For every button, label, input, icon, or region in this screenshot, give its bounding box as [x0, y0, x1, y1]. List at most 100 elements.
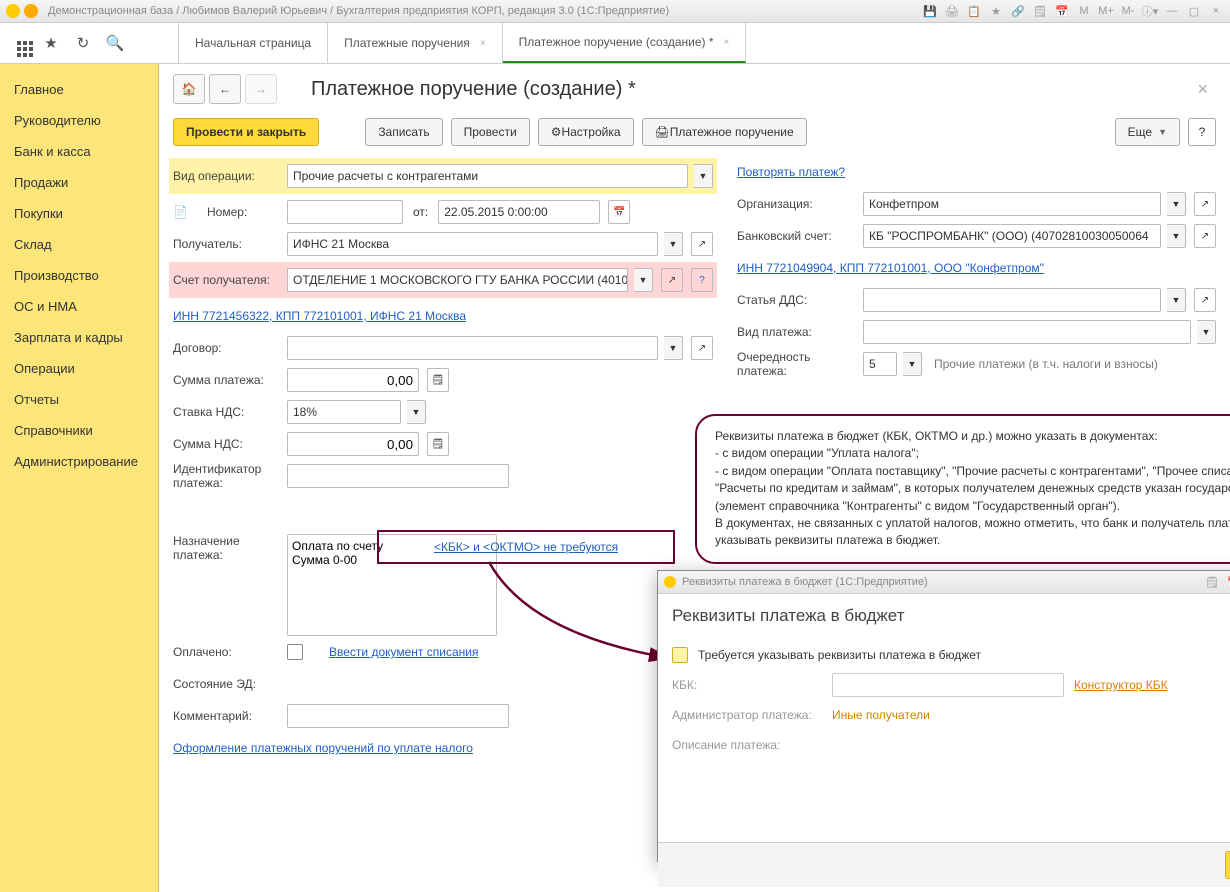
tax-orders-link[interactable]: Оформление платежных поручений по уплате…	[173, 741, 473, 755]
calendar-icon[interactable]: 📅	[1054, 4, 1070, 18]
sidebar-item-catalogs[interactable]: Справочники	[0, 415, 158, 446]
row-paid: Оплачено: Ввести документ списания	[173, 636, 713, 668]
dropdown-icon[interactable]: ▼	[1167, 224, 1186, 248]
calc-button[interactable]: 🗒	[427, 368, 449, 392]
sidebar-item-manager[interactable]: Руководителю	[0, 105, 158, 136]
recipient-acc-input[interactable]: ОТДЕЛЕНИЕ 1 МОСКОВСКОГО ГТУ БАНКА РОССИИ…	[287, 268, 628, 292]
row-recipient: Получатель: ИФНС 21 Москва ▼ ↗	[173, 228, 713, 260]
favorite-icon[interactable]: ★	[42, 34, 60, 52]
sidebar-item-warehouse[interactable]: Склад	[0, 229, 158, 260]
recipient-info-link[interactable]: ИНН 7721456322, КПП 772101001, ИФНС 21 М…	[173, 309, 466, 323]
clipboard-icon[interactable]: 📋	[966, 4, 982, 18]
sidebar-item-main[interactable]: Главное	[0, 74, 158, 105]
sidebar-item-purchases[interactable]: Покупки	[0, 198, 158, 229]
tab-payment-order-create[interactable]: Платежное поручение (создание) *×	[503, 23, 747, 63]
number-input[interactable]	[287, 200, 403, 224]
open-button[interactable]: ↗	[691, 336, 713, 360]
history-icon[interactable]: ↻	[74, 34, 92, 52]
dropdown-icon[interactable]: ▼	[664, 232, 683, 256]
vat-rate-select[interactable]: 18%	[287, 400, 401, 424]
print-icon[interactable]: 🖨	[944, 4, 960, 18]
open-button[interactable]: ↗	[1194, 192, 1216, 216]
pay-type-input[interactable]	[863, 320, 1191, 344]
dropdown-icon[interactable]: ▼	[1167, 192, 1186, 216]
open-button[interactable]: ↗	[1194, 224, 1216, 248]
m-icon[interactable]: M	[1076, 4, 1092, 18]
calc-icon[interactable]: 🗒	[1204, 575, 1220, 589]
sidebar-item-assets[interactable]: ОС и НМА	[0, 291, 158, 322]
budget-required-checkbox[interactable]	[672, 647, 688, 663]
info-icon[interactable]: ⓘ▾	[1142, 4, 1158, 18]
close-tab-icon[interactable]: ×	[724, 37, 730, 48]
row-amount: Сумма платежа: 🗒	[173, 364, 713, 396]
dds-input[interactable]	[863, 288, 1161, 312]
sidebar-item-bank[interactable]: Банк и касса	[0, 136, 158, 167]
sidebar-item-operations[interactable]: Операции	[0, 353, 158, 384]
tab-home[interactable]: Начальная страница	[179, 23, 328, 63]
open-button[interactable]: ↗	[661, 268, 683, 292]
apps-icon[interactable]	[10, 34, 28, 52]
kbk-input[interactable]	[832, 673, 1064, 697]
open-button[interactable]: ↗	[1194, 288, 1216, 312]
help-field-button[interactable]: ?	[691, 268, 713, 292]
repeat-payment-link[interactable]: Повторять платеж?	[737, 165, 845, 179]
writeoff-link[interactable]: Ввести документ списания	[329, 645, 478, 659]
dropdown-icon[interactable]: ▼	[634, 268, 653, 292]
sidebar-item-reports[interactable]: Отчеты	[0, 384, 158, 415]
dropdown-icon[interactable]: ▼	[903, 352, 922, 376]
op-type-select[interactable]: Прочие расчеты с контрагентами	[287, 164, 688, 188]
sidebar-item-production[interactable]: Производство	[0, 260, 158, 291]
kbk-constructor-link[interactable]: Конструктор КБК	[1074, 678, 1168, 692]
sidebar-item-admin[interactable]: Администрирование	[0, 446, 158, 477]
home-button[interactable]: 🏠	[173, 74, 205, 104]
amount-input[interactable]	[287, 368, 419, 392]
calc-button[interactable]: 🗒	[427, 432, 449, 456]
close-icon[interactable]: ×	[1208, 4, 1224, 18]
close-form-icon[interactable]: ×	[1189, 79, 1216, 100]
org-input[interactable]: Конфетпром	[863, 192, 1161, 216]
open-button[interactable]: ↗	[691, 232, 713, 256]
settings-button[interactable]: ⚙ Настройка	[538, 118, 634, 146]
ok-button[interactable]: OK	[1225, 851, 1230, 879]
star-icon[interactable]: ★	[988, 4, 1004, 18]
calendar-icon[interactable]: 📅	[1226, 575, 1230, 589]
identifier-input[interactable]	[287, 464, 509, 488]
forward-button[interactable]: →	[245, 74, 277, 104]
dialog-titlebar-text: Реквизиты платежа в бюджет (1С:Предприят…	[682, 576, 928, 588]
link-icon[interactable]: 🔗	[1010, 4, 1026, 18]
calc-icon[interactable]: 🗒	[1032, 4, 1048, 18]
back-button[interactable]: ←	[209, 74, 241, 104]
org-info-link[interactable]: ИНН 7721049904, КПП 772101001, ООО "Конф…	[737, 261, 1044, 275]
comment-input[interactable]	[287, 704, 509, 728]
sidebar-item-sales[interactable]: Продажи	[0, 167, 158, 198]
sidebar-item-salary[interactable]: Зарплата и кадры	[0, 322, 158, 353]
dropdown-icon[interactable]: ▼	[1167, 288, 1186, 312]
calendar-button[interactable]: 📅	[608, 200, 630, 224]
recipient-input[interactable]: ИФНС 21 Москва	[287, 232, 658, 256]
dropdown-icon[interactable]: ▼	[1197, 320, 1216, 344]
search-icon[interactable]: 🔍	[106, 34, 124, 52]
save-icon[interactable]: 💾	[922, 4, 938, 18]
m-minus-icon[interactable]: M-	[1120, 4, 1136, 18]
print-payment-button[interactable]: 🖨 Платежное поручение	[642, 118, 807, 146]
more-button[interactable]: Еще▼	[1115, 118, 1180, 146]
close-tab-icon[interactable]: ×	[480, 38, 486, 49]
priority-input[interactable]: 5	[863, 352, 897, 376]
post-button[interactable]: Провести	[451, 118, 530, 146]
bank-acc-input[interactable]: КБ "РОСПРОМБАНК" (ООО) (4070281003005006…	[863, 224, 1161, 248]
m-plus-icon[interactable]: M+	[1098, 4, 1114, 18]
help-button[interactable]: ?	[1188, 118, 1216, 146]
paid-checkbox[interactable]	[287, 644, 303, 660]
kbk-oktmo-link[interactable]: <КБК> и <ОКТМО> не требуются	[434, 540, 618, 554]
dropdown-icon[interactable]: ▼	[694, 164, 713, 188]
date-input[interactable]: 22.05.2015 0:00:00	[438, 200, 600, 224]
vat-sum-input[interactable]	[287, 432, 419, 456]
write-button[interactable]: Записать	[365, 118, 442, 146]
maximize-icon[interactable]: ▢	[1186, 4, 1202, 18]
minimize-icon[interactable]: —	[1164, 4, 1180, 18]
post-and-close-button[interactable]: Провести и закрыть	[173, 118, 319, 146]
dropdown-icon[interactable]: ▼	[664, 336, 683, 360]
contract-input[interactable]	[287, 336, 658, 360]
dropdown-icon[interactable]: ▼	[407, 400, 426, 424]
tab-payment-orders[interactable]: Платежные поручения×	[328, 23, 503, 63]
